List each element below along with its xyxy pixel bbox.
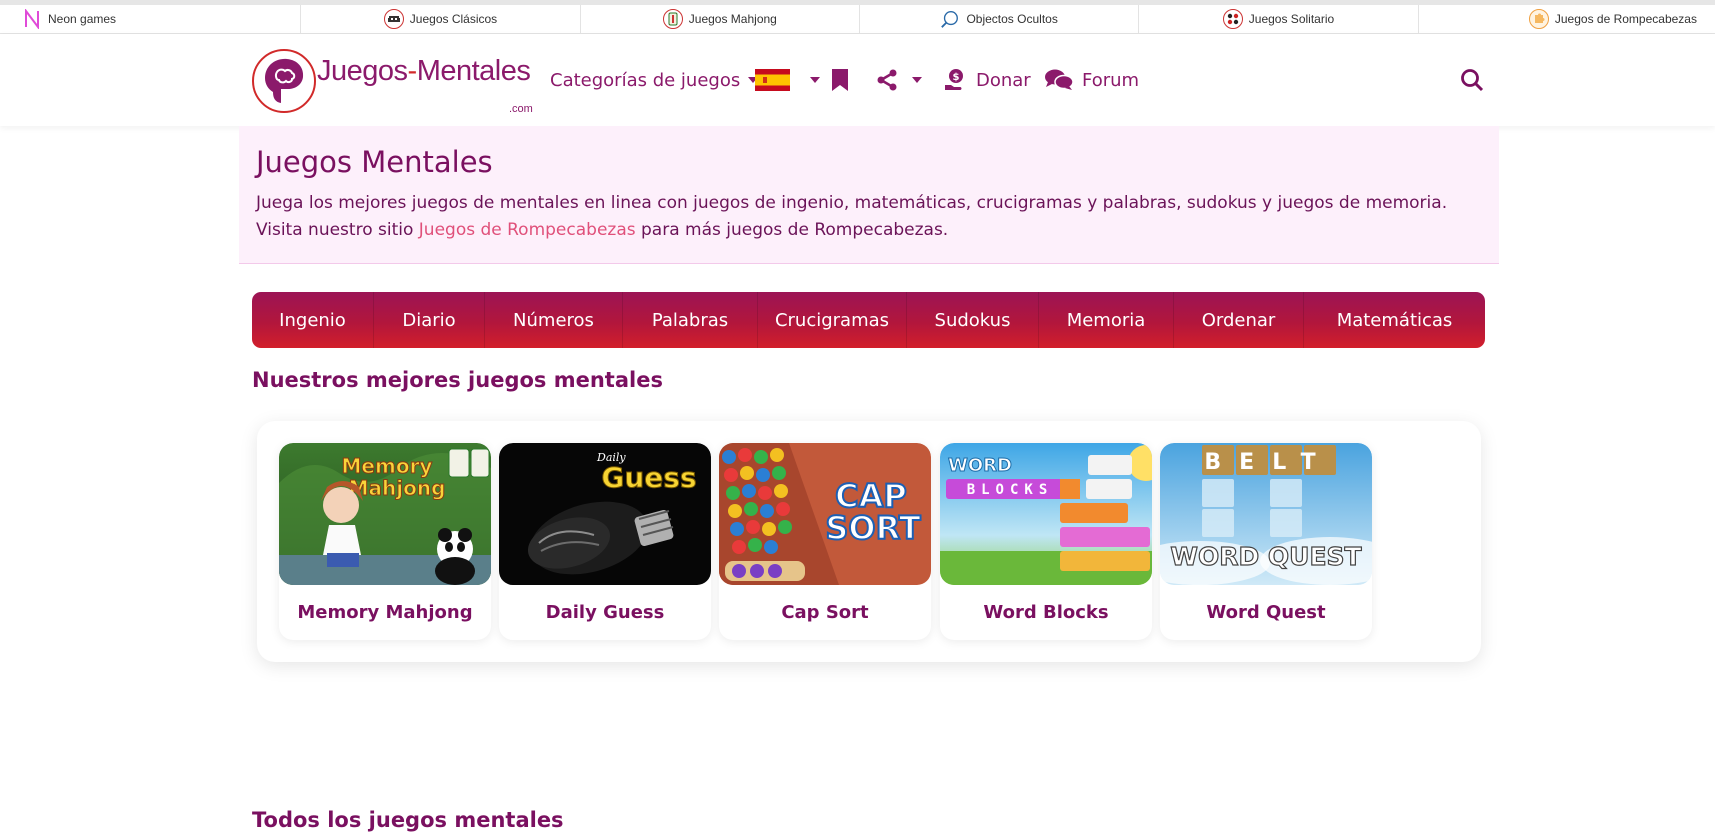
network-link-juegos-mahjong[interactable]: Juegos Mahjong (581, 5, 860, 33)
mahjong-tile-icon (662, 9, 683, 29)
site-logo[interactable]: Juegos-Mentales .com (251, 48, 541, 115)
category-ordenar[interactable]: Ordenar (1174, 292, 1304, 348)
caret-down-icon (810, 77, 820, 83)
donate-link[interactable]: $ Donar (944, 34, 1031, 126)
logo-text-mentales: Mentales (416, 55, 531, 87)
network-link-label: Objectos Ocultos (966, 12, 1058, 26)
bookmark-button[interactable] (831, 34, 849, 126)
network-link-label: Juegos Clásicos (409, 12, 498, 26)
game-card-word-quest[interactable]: BELT WORD QUEST Word Quest (1160, 443, 1372, 640)
network-link-label: Juegos Mahjong (688, 12, 777, 26)
rompecabezas-link[interactable]: Juegos de Rompecabezas (419, 220, 636, 240)
caret-down-icon (912, 77, 922, 83)
category-sudokus[interactable]: Sudokus (907, 292, 1039, 348)
category-crucigramas[interactable]: Crucigramas (758, 292, 907, 348)
best-games-heading: Nuestros mejores juegos mentales (252, 368, 663, 392)
puzzle-icon (1528, 9, 1549, 29)
intro-box: Juegos Mentales Juega los mejores juegos… (239, 126, 1499, 264)
donate-label: Donar (976, 69, 1031, 91)
art-text: BELT (1204, 450, 1333, 475)
network-link-juegos-clasicos[interactable]: Juegos Clásicos (301, 5, 581, 33)
brain-logo-icon (252, 49, 316, 113)
game-card-memory-mahjong[interactable]: Memory Mahjong Memory Mahjong (279, 443, 491, 640)
magnifier-icon (940, 9, 960, 29)
game-card-daily-guess[interactable]: Daily Guess Daily Guess (499, 443, 711, 640)
art-text: WORD (948, 455, 1012, 476)
cards-icon (1222, 9, 1243, 29)
svg-text:$: $ (953, 72, 960, 83)
donate-hand-coin-icon: $ (945, 69, 963, 90)
network-link-juegos-rompecabezas[interactable]: Juegos de Rompecabezas (1419, 5, 1715, 33)
game-title[interactable]: Word Blocks (940, 585, 1152, 640)
network-link-juegos-solitario[interactable]: Juegos Solitario (1139, 5, 1419, 33)
forum-chat-icon (1045, 69, 1074, 90)
network-link-objectos-ocultos[interactable]: Objectos Ocultos (860, 5, 1140, 33)
game-title[interactable]: Word Quest (1160, 585, 1372, 640)
intro-text: Juega los mejores juegos de mentales en … (256, 190, 1482, 244)
art-text: Mahjong (349, 476, 446, 500)
bookmark-icon (832, 69, 848, 91)
page-title: Juegos Mentales (256, 145, 493, 179)
search-button[interactable] (1460, 34, 1484, 126)
all-games-heading: Todos los juegos mentales (252, 808, 564, 832)
game-title[interactable]: Cap Sort (719, 585, 931, 640)
art-text: SORT (825, 509, 920, 547)
art-text: BLOCKS (967, 482, 1054, 498)
categories-dropdown[interactable]: Categorías de juegos (550, 34, 759, 126)
network-link-label: Juegos Solitario (1248, 12, 1335, 26)
forum-link[interactable]: Forum (1044, 34, 1139, 126)
game-thumbnail[interactable]: WORD BLOCKS (940, 443, 1152, 585)
game-title[interactable]: Memory Mahjong (279, 585, 491, 640)
game-thumbnail[interactable]: Daily Guess (499, 443, 711, 585)
logo-wordmark: Juegos-Mentales (317, 55, 531, 88)
category-matematicas[interactable]: Matemáticas (1304, 292, 1485, 348)
category-diario[interactable]: Diario (374, 292, 485, 348)
best-games-panel: Memory Mahjong Memory Mahjong Daily Gues… (257, 421, 1481, 662)
network-link-neon-games[interactable]: Neon games (0, 5, 302, 33)
category-memoria[interactable]: Memoria (1039, 292, 1174, 348)
logo-com: .com (509, 103, 533, 115)
language-selector[interactable] (755, 34, 820, 126)
game-card-word-blocks[interactable]: WORD BLOCKS Word Blocks (940, 443, 1152, 640)
category-nav: Ingenio Diario Números Palabras Crucigra… (252, 292, 1485, 348)
logo-text-dash: - (407, 55, 418, 87)
game-thumbnail[interactable]: Memory Mahjong (279, 443, 491, 585)
category-palabras[interactable]: Palabras (623, 292, 758, 348)
art-text: Guess (601, 461, 696, 494)
art-text: Memory (342, 454, 433, 478)
intro-text-after: para más juegos de Rompecabezas. (635, 220, 949, 240)
forum-label: Forum (1082, 69, 1140, 91)
game-title[interactable]: Daily Guess (499, 585, 711, 640)
neon-n-icon (22, 9, 42, 29)
game-thumbnail[interactable]: BELT WORD QUEST (1160, 443, 1372, 585)
search-icon (1461, 69, 1484, 92)
space-invader-icon (383, 9, 404, 29)
network-link-label: Neon games (48, 12, 117, 26)
category-ingenio[interactable]: Ingenio (252, 292, 374, 348)
game-thumbnail[interactable]: CAP SORT (719, 443, 931, 585)
art-text: WORD QUEST (1170, 542, 1361, 571)
share-dropdown[interactable] (876, 34, 922, 126)
network-bar: Neon games Juegos Clásicos Juegos Mahjon… (0, 0, 1715, 34)
category-numeros[interactable]: Números (485, 292, 623, 348)
site-header: Juegos-Mentales .com Categorías de juego… (0, 34, 1715, 126)
logo-text-juegos: Juegos (317, 55, 408, 87)
share-icon (877, 69, 897, 91)
spain-flag-icon (755, 69, 790, 91)
categories-dropdown-label: Categorías de juegos (550, 69, 741, 91)
game-card-cap-sort[interactable]: CAP SORT Cap Sort (719, 443, 931, 640)
network-link-label: Juegos de Rompecabezas (1554, 12, 1697, 26)
